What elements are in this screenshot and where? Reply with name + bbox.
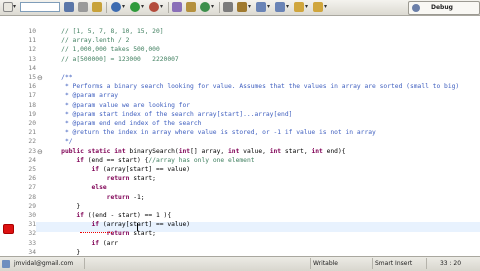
open-task-icon[interactable]	[223, 2, 233, 12]
code-token: int	[311, 147, 323, 155]
code-token: /**	[46, 74, 73, 81]
code-token: value,	[239, 147, 270, 155]
main-toolbar: ▾ ▾ ▾ ▾ ▾ ▾ ▾ ▾ ▾ ▾ Debug	[0, 0, 480, 16]
status-account: jmvidal@gmail.com	[14, 260, 74, 267]
debug-icon[interactable]	[111, 2, 121, 12]
new-class-icon[interactable]	[200, 2, 210, 12]
code-line: * @return the index in array where value…	[46, 128, 376, 138]
code-token: return	[46, 193, 130, 201]
new-package-icon[interactable]	[186, 2, 196, 12]
code-token: int	[228, 147, 240, 155]
status-insert-mode: Smart Insert	[372, 258, 422, 269]
run-icon[interactable]	[130, 2, 140, 12]
run-dropdown-icon[interactable]: ▾	[141, 4, 144, 10]
forward-icon[interactable]	[313, 2, 323, 12]
forward-dropdown-icon[interactable]: ▾	[324, 4, 327, 10]
code-token: //array has only one element	[148, 156, 255, 164]
fold-toggle-icon[interactable]: ⊖	[37, 74, 46, 82]
error-underline	[80, 230, 112, 233]
new-class-dropdown-icon[interactable]: ▾	[211, 4, 214, 10]
code-token: * Performs a binary search looking for v…	[46, 83, 460, 91]
code-token: */	[46, 138, 73, 146]
code-token: * @param array	[46, 92, 119, 100]
status-writable: Writable	[310, 258, 366, 269]
toolbar-search-input[interactable]	[20, 2, 60, 12]
code-token: ((end - start) == 1 ){	[83, 212, 172, 219]
next-annotation-icon[interactable]	[256, 2, 266, 12]
back-icon[interactable]	[294, 2, 304, 12]
code-token: int	[269, 147, 282, 155]
previous-annotation-dropdown-icon[interactable]: ▾	[286, 4, 289, 10]
code-token: // array.lenth / 2	[46, 37, 130, 45]
folding-gutter	[36, 16, 46, 256]
toolbar-separator	[219, 2, 220, 13]
debug-perspective-icon	[412, 4, 420, 12]
text-caret	[137, 223, 138, 231]
code-token: if	[46, 221, 100, 229]
code-token: (end == start) {	[83, 156, 149, 164]
status-cursor-position: 33 : 20	[426, 258, 474, 269]
code-token: }	[46, 248, 81, 256]
code-token: -1;	[129, 193, 145, 201]
code-token: if	[46, 166, 100, 173]
code-token: * @param value we are looking for	[46, 101, 191, 109]
external-tools-icon[interactable]	[149, 2, 159, 12]
back-dropdown-icon[interactable]: ▾	[305, 4, 308, 10]
save-icon[interactable]	[64, 2, 74, 12]
code-token: * @param end end index of the search	[46, 120, 202, 127]
code-token: (arr	[99, 239, 119, 247]
search-dropdown-icon[interactable]: ▾	[248, 4, 251, 10]
code-token: start;	[129, 230, 156, 238]
code-token: else	[46, 184, 107, 192]
perspective-switcher-debug[interactable]: Debug	[408, 1, 480, 15]
code-token: int	[178, 147, 191, 155]
code-token: [] array,	[190, 147, 228, 155]
code-token: binarySearch(	[129, 147, 179, 155]
code-token: }	[46, 202, 81, 210]
code-token: return	[46, 175, 130, 183]
error-marker-icon[interactable]	[3, 224, 14, 234]
code-token: start;	[129, 175, 156, 183]
open-type-icon[interactable]	[92, 2, 102, 12]
code-token: * @return the index in array where value…	[46, 129, 376, 137]
account-icon	[2, 260, 10, 268]
external-tools-dropdown-icon[interactable]: ▾	[160, 4, 163, 10]
code-line: // a[500000] = 123000 2220007	[46, 55, 179, 65]
code-token: (array[start] == value)	[99, 166, 191, 173]
code-token: if	[46, 212, 84, 219]
search-icon[interactable]	[237, 2, 247, 12]
debug-dropdown-icon[interactable]: ▾	[122, 4, 125, 10]
code-token: if	[46, 156, 84, 164]
code-token: public static int	[46, 147, 130, 155]
code-token: // [1, 5, 7, 8, 10, 15, 20]	[46, 28, 164, 35]
code-token: // 1,000,000 takes 500,000	[46, 46, 160, 54]
status-spacer	[84, 258, 98, 269]
previous-annotation-icon[interactable]	[275, 2, 285, 12]
new-java-project-icon[interactable]	[172, 2, 182, 12]
toolbar-separator	[168, 2, 169, 13]
code-token: end){	[322, 147, 346, 155]
code-token: if	[46, 239, 100, 247]
next-annotation-dropdown-icon[interactable]: ▾	[267, 4, 270, 10]
new-icon[interactable]	[3, 2, 13, 12]
new-dropdown-icon[interactable]: ▾	[13, 4, 16, 10]
perspective-label: Debug	[431, 4, 453, 11]
code-token: start,	[281, 147, 312, 155]
code-token: // a[500000] = 123000 2220007	[46, 55, 179, 63]
toolbar-separator	[106, 2, 107, 13]
fold-toggle-icon[interactable]: ⊖	[37, 148, 46, 156]
code-token: (array[start] == value)	[99, 221, 191, 229]
print-icon[interactable]	[78, 2, 88, 12]
status-bar: jmvidal@gmail.com Writable Smart Insert …	[0, 256, 480, 271]
code-token: * @param start index of the search array…	[46, 110, 293, 118]
